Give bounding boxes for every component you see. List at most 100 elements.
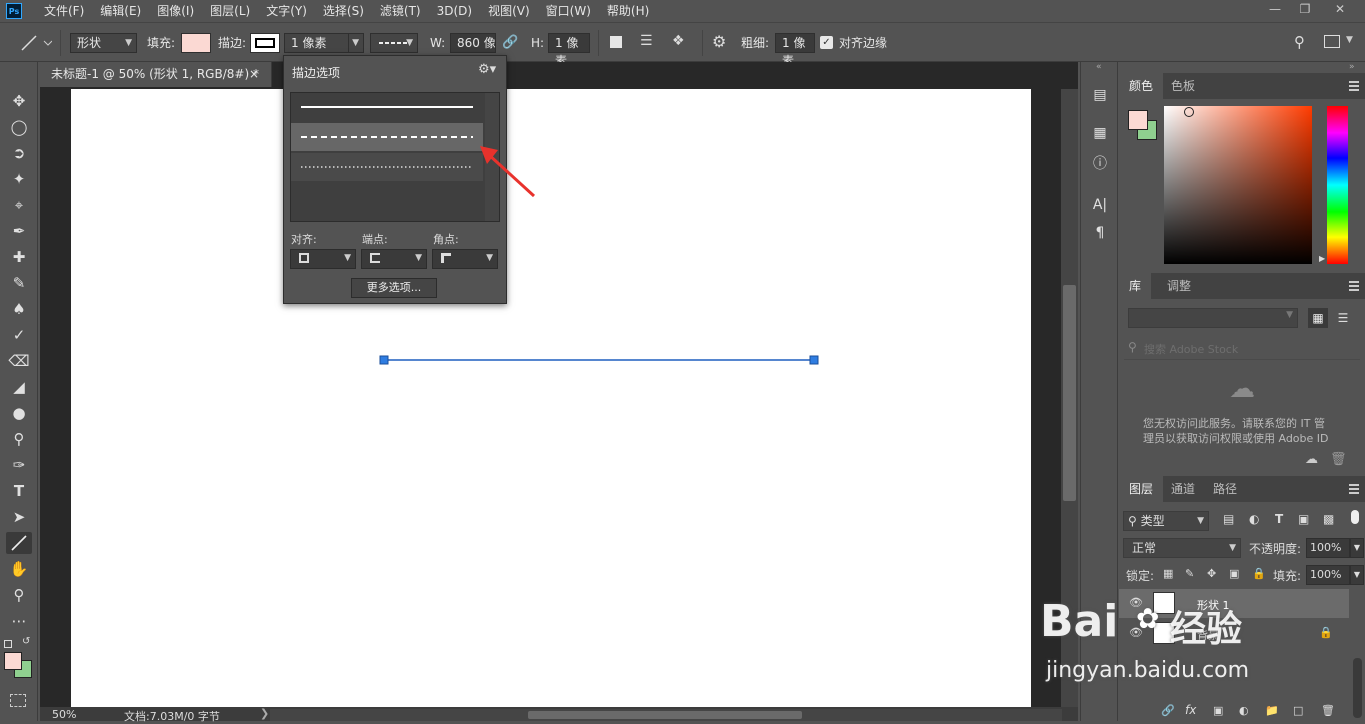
clone-stamp-tool-icon[interactable]: ♠ bbox=[6, 298, 32, 320]
stock-search-field[interactable]: ⚲ 搜索 Adobe Stock bbox=[1124, 338, 1360, 360]
horizontal-scroll-thumb[interactable] bbox=[528, 711, 802, 719]
link-icon[interactable]: 🔗 bbox=[502, 35, 518, 50]
filter-toggle[interactable] bbox=[1351, 510, 1359, 524]
shape-mode-select[interactable]: 形状 ▼ bbox=[70, 33, 137, 53]
stroke-align-select[interactable]: ▼ bbox=[290, 249, 356, 269]
lock-position-icon[interactable]: ✥ bbox=[1207, 567, 1216, 580]
menu-3d[interactable]: 3D(D) bbox=[429, 0, 480, 22]
lock-artboard-icon[interactable]: ▣ bbox=[1229, 567, 1239, 580]
cloud-sync-icon[interactable]: ☁ bbox=[1305, 452, 1318, 467]
stroke-corners-select[interactable]: ▼ bbox=[432, 249, 498, 269]
tab-paths[interactable]: 路径 bbox=[1203, 476, 1247, 502]
anchor-handle-right[interactable] bbox=[809, 355, 819, 365]
document-tab[interactable]: 未标题-1 @ 50% (形状 1, RGB/8#) * × bbox=[40, 62, 272, 87]
opacity-dropdown-icon[interactable]: ▼ bbox=[1350, 538, 1364, 558]
tab-channels[interactable]: 通道 bbox=[1161, 476, 1205, 502]
delete-layer-icon[interactable]: 🗑 bbox=[1321, 704, 1335, 717]
dock-collapse-icon[interactable]: « bbox=[1096, 62, 1102, 72]
tab-layers[interactable]: 图层 bbox=[1119, 476, 1164, 502]
restore-icon[interactable]: ❐ bbox=[1290, 0, 1320, 18]
close-window-icon[interactable]: ✕ bbox=[1325, 0, 1355, 18]
menu-view[interactable]: 视图(V) bbox=[480, 0, 538, 22]
menu-window[interactable]: 窗口(W) bbox=[538, 0, 599, 22]
info-panel-icon[interactable]: ⓘ bbox=[1089, 152, 1111, 174]
status-menu-arrow-icon[interactable]: ❯ bbox=[260, 707, 269, 720]
brush-tool-icon[interactable]: ✎ bbox=[6, 272, 32, 294]
layer-name[interactable]: 背景 bbox=[1197, 627, 1219, 643]
library-panel-menu-icon[interactable] bbox=[1349, 281, 1359, 291]
menu-help[interactable]: 帮助(H) bbox=[599, 0, 657, 22]
magic-wand-tool-icon[interactable]: ✦ bbox=[6, 168, 32, 190]
blur-tool-icon[interactable]: ● bbox=[6, 402, 32, 424]
tab-color[interactable]: 颜色 bbox=[1119, 73, 1164, 99]
paint-bucket-tool-icon[interactable]: ◢ bbox=[6, 376, 32, 398]
hand-tool-icon[interactable]: ✋ bbox=[6, 558, 32, 580]
stroke-width-field[interactable]: 1 像素 ▼ bbox=[284, 33, 364, 53]
blend-mode-select[interactable]: 正常 ▼ bbox=[1123, 538, 1241, 558]
search-icon[interactable]: ⚲ bbox=[1294, 33, 1305, 51]
library-select[interactable]: ▼ bbox=[1128, 308, 1298, 328]
path-operations-icon[interactable] bbox=[610, 36, 622, 48]
workspace-icon[interactable] bbox=[1324, 35, 1340, 48]
dodge-tool-icon[interactable]: ⚲ bbox=[6, 428, 32, 450]
color-panel-menu-icon[interactable] bbox=[1349, 81, 1359, 91]
menu-layer[interactable]: 图层(L) bbox=[202, 0, 258, 22]
weight-field[interactable]: 1 像素 bbox=[775, 33, 815, 68]
pen-tool-icon[interactable]: ✑ bbox=[6, 454, 32, 476]
stroke-preset-solid[interactable] bbox=[291, 93, 483, 121]
eraser-tool-icon[interactable]: ⌫ bbox=[6, 350, 32, 372]
healing-brush-tool-icon[interactable]: ✚ bbox=[6, 246, 32, 268]
menu-type[interactable]: 文字(Y) bbox=[258, 0, 315, 22]
saturation-value-picker[interactable] bbox=[1164, 106, 1312, 264]
history-brush-tool-icon[interactable]: ✓ bbox=[6, 324, 32, 346]
type-tool-icon[interactable]: T bbox=[6, 480, 32, 502]
fill-opacity-field[interactable]: 100% bbox=[1306, 565, 1350, 585]
new-layer-icon[interactable]: □ bbox=[1293, 704, 1303, 717]
fx-icon[interactable]: fx bbox=[1185, 703, 1196, 717]
stroke-preset-dotted[interactable] bbox=[291, 153, 483, 181]
crop-tool-icon[interactable]: ⌖ bbox=[6, 194, 32, 216]
filter-adjustment-icon[interactable]: ◐ bbox=[1249, 512, 1259, 526]
layer-visibility-eye-icon[interactable]: 👁 bbox=[1129, 626, 1143, 639]
layer-row[interactable]: 👁 背景 🔒 bbox=[1119, 619, 1349, 648]
horizontal-scrollbar[interactable] bbox=[270, 709, 1062, 721]
height-field[interactable]: 1 像素 bbox=[548, 33, 590, 68]
menu-file[interactable]: 文件(F) bbox=[36, 0, 92, 22]
grid-view-icon[interactable]: ▦ bbox=[1308, 308, 1328, 328]
hue-slider-handle-icon[interactable]: ▶ bbox=[1319, 254, 1325, 263]
new-group-icon[interactable]: 📁 bbox=[1265, 704, 1279, 717]
fill-swatch[interactable] bbox=[181, 33, 211, 53]
hue-slider[interactable] bbox=[1327, 106, 1348, 264]
vertical-scroll-thumb[interactable] bbox=[1063, 285, 1076, 501]
swap-colors-icon[interactable]: ↺ bbox=[22, 636, 30, 647]
tab-library[interactable]: 库 bbox=[1119, 273, 1152, 299]
align-edges-checkbox[interactable]: ✓ bbox=[820, 36, 833, 49]
zoom-tool-icon[interactable]: ⚲ bbox=[6, 584, 32, 606]
lock-pixels-icon[interactable]: ✎ bbox=[1185, 567, 1194, 580]
stroke-swatch[interactable] bbox=[250, 33, 280, 53]
gear-icon[interactable]: ⚙ bbox=[712, 32, 726, 51]
path-selection-tool-icon[interactable]: ➤ bbox=[6, 506, 32, 528]
layers-panel-menu-icon[interactable] bbox=[1349, 484, 1359, 494]
path-alignment-icon[interactable]: ☰ bbox=[640, 33, 653, 49]
add-mask-icon[interactable]: ▣ bbox=[1213, 704, 1223, 717]
menu-image[interactable]: 图像(I) bbox=[149, 0, 202, 22]
filter-type-icon[interactable]: T bbox=[1275, 512, 1283, 526]
panel-foreground-swatch[interactable] bbox=[1128, 110, 1148, 130]
adjustment-layer-icon[interactable]: ◐ bbox=[1239, 704, 1249, 717]
layer-row[interactable]: 👁 形状 1 bbox=[1119, 589, 1349, 618]
layer-filter-select[interactable]: ⚲ 类型 ▼ bbox=[1123, 511, 1209, 531]
history-panel-icon[interactable]: ▤ bbox=[1089, 84, 1111, 106]
layer-name[interactable]: 形状 1 bbox=[1197, 597, 1230, 613]
picker-cursor[interactable] bbox=[1184, 107, 1194, 117]
character-panel-icon[interactable]: A| bbox=[1089, 194, 1111, 216]
lasso-tool-icon[interactable]: ➲ bbox=[6, 142, 32, 164]
eyedropper-tool-icon[interactable]: ✒ bbox=[6, 220, 32, 242]
filter-pixel-icon[interactable]: ▤ bbox=[1223, 512, 1234, 526]
foreground-color-swatch[interactable] bbox=[4, 652, 22, 670]
default-colors-icon[interactable] bbox=[4, 640, 12, 648]
list-view-icon[interactable]: ☰ bbox=[1333, 308, 1353, 328]
panels-collapse-icon[interactable]: » bbox=[1349, 62, 1355, 72]
width-field[interactable]: 860 像素 bbox=[450, 33, 496, 53]
line-tool-preset-icon[interactable] bbox=[18, 33, 53, 53]
